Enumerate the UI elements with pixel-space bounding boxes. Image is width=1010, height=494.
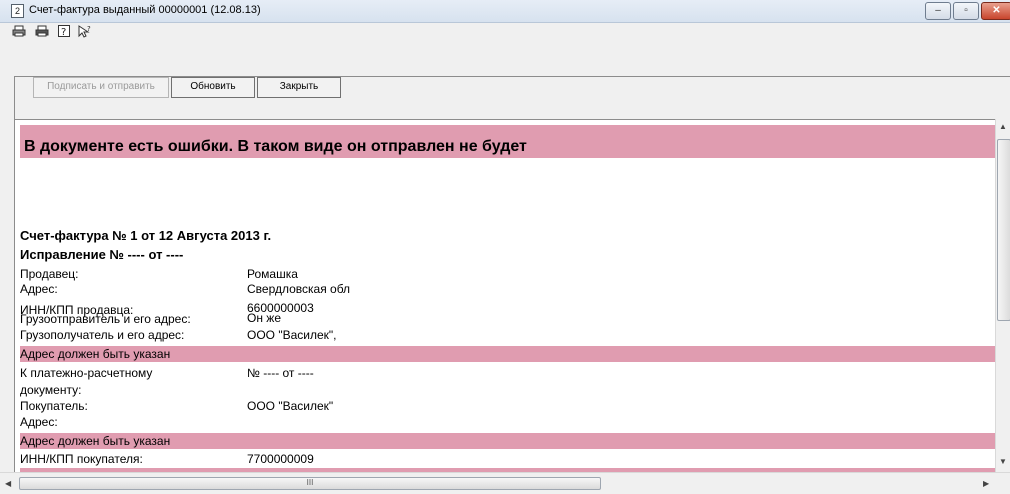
minimize-button[interactable]: –: [925, 2, 951, 20]
window-title: Счет-фактура выданный 00000001 (12.08.13…: [29, 4, 261, 16]
scroll-up-icon[interactable]: ▲: [999, 122, 1007, 131]
scroll-left-icon[interactable]: ◀: [5, 479, 11, 488]
error-message: В документе есть ошибки. В таком виде он…: [24, 138, 527, 155]
field-label: К платежно-расчетному: [20, 366, 153, 380]
field-value: Он же: [247, 311, 281, 325]
field-label: Покупатель:: [20, 399, 88, 413]
field-label: ИНН/КПП покупателя:: [20, 452, 143, 466]
warning-text: Адрес должен быть указан: [20, 434, 171, 448]
warning-text: Адрес должен быть указан: [20, 347, 171, 361]
field-label: Продавец:: [20, 267, 79, 281]
document-icon: 2: [11, 4, 24, 18]
scroll-right-icon[interactable]: ▶: [983, 479, 989, 488]
close-window-button[interactable]: ✕: [981, 2, 1010, 20]
field-label: Грузоотправитель и его адрес:: [20, 312, 191, 326]
field-label: Грузополучатель и его адрес:: [20, 328, 185, 342]
svg-text:?: ?: [87, 25, 91, 33]
close-button[interactable]: Закрыть: [257, 77, 341, 98]
refresh-button[interactable]: Обновить: [171, 77, 255, 98]
field-value: 7700000009: [247, 452, 314, 466]
horizontal-scroll-thumb[interactable]: III: [19, 477, 601, 490]
svg-text:?: ?: [61, 27, 66, 37]
maximize-button[interactable]: ▫: [953, 2, 979, 20]
invoice-window: 2 Счет-фактура выданный 00000001 (12.08.…: [0, 0, 1010, 494]
correction-heading: Исправление № ---- от ----: [20, 247, 184, 262]
scroll-down-icon[interactable]: ▼: [999, 457, 1007, 466]
warning-row: Адрес должен быть указан: [20, 433, 996, 449]
sign-and-send-button[interactable]: Подписать и отправить: [33, 77, 169, 98]
field-label: Адрес:: [20, 415, 58, 429]
document-view: В документе есть ошибки. В таком виде он…: [14, 119, 997, 474]
toolbar-icons: ? ?: [0, 23, 1010, 43]
vertical-scrollbar[interactable]: ▲ ▼: [995, 119, 1010, 472]
print-preview-icon[interactable]: [35, 25, 49, 40]
field-label: документу:: [20, 383, 82, 397]
invoice-heading: Счет-фактура № 1 от 12 Августа 2013 г.: [20, 228, 272, 243]
context-help-icon[interactable]: ?: [78, 25, 92, 41]
help-icon[interactable]: ?: [58, 25, 70, 40]
vertical-scroll-thumb[interactable]: [997, 139, 1010, 321]
field-label: Адрес:: [20, 282, 58, 296]
field-value: Ромашка: [247, 267, 298, 281]
field-value: № ---- от ----: [247, 366, 314, 380]
title-bar: 2 Счет-фактура выданный 00000001 (12.08.…: [0, 0, 1010, 23]
field-value: ООО "Василек": [247, 399, 334, 413]
field-value: ООО "Василек",: [247, 328, 337, 342]
horizontal-scrollbar[interactable]: ◀ III ▶: [0, 472, 1010, 494]
warning-row: Адрес должен быть указан: [20, 346, 996, 362]
field-value: Свердловская обл: [247, 282, 351, 296]
print-icon[interactable]: [12, 25, 26, 40]
